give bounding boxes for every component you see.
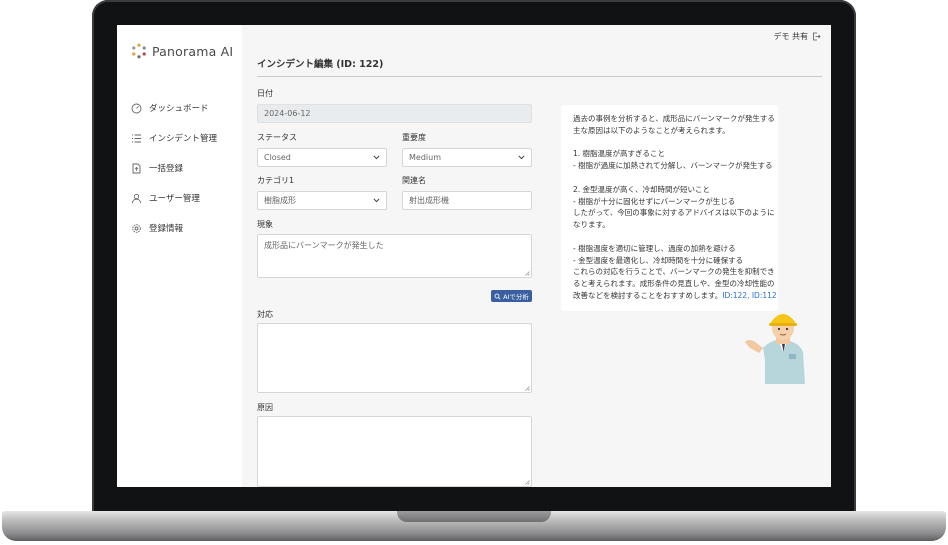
sidebar-item-incidents[interactable]: インシデント管理 — [131, 123, 217, 153]
status-select[interactable]: Closed — [257, 148, 387, 167]
severity-select[interactable]: Medium — [402, 148, 532, 167]
ai-advice-line: 1. 樹脂温度が高すぎること — [573, 149, 666, 159]
response-label: 対応 — [257, 310, 273, 319]
resize-handle-icon[interactable] — [524, 479, 530, 485]
phenomenon-textarea[interactable]: 成形品にバーンマークが発生した — [257, 234, 532, 278]
ai-advice-line: 過去の事例を分析すると、成形品にバーンマークが発生する — [573, 114, 775, 123]
cause-textarea[interactable] — [257, 416, 532, 487]
chevron-down-icon — [373, 198, 380, 203]
sidebar-item-label: ダッシュボード — [149, 104, 209, 114]
gear-icon — [131, 223, 142, 234]
ai-advice-line: 主な原因は以下のようなことが考えられます。 — [573, 125, 730, 135]
related-value: 射出成形機 — [409, 196, 449, 205]
chevron-down-icon — [518, 155, 525, 160]
ai-advice-line: なります。 — [573, 220, 610, 230]
search-icon — [494, 293, 501, 300]
sidebar: Panorama AI ダッシュボード インシデント管理 一括登録 ユーザー管理… — [117, 25, 242, 487]
user-name: デモ 共有 — [773, 32, 808, 41]
sidebar-item-label: インシデント管理 — [149, 134, 218, 144]
ai-advice-line — [573, 137, 768, 149]
ai-advice-last-line: 改善などを検討することをおすすめします。 — [573, 290, 723, 300]
logout-icon[interactable] — [812, 32, 821, 41]
phenomenon-label: 現象 — [257, 220, 273, 229]
category-label: カテゴリ1 — [257, 176, 295, 185]
severity-value: Medium — [409, 153, 441, 162]
ai-advice-line: したがって、今回の事象に対するアドバイスは以下のように — [573, 208, 775, 218]
app-screen: Panorama AI ダッシュボード インシデント管理 一括登録 ユーザー管理… — [117, 25, 831, 487]
severity-label: 重要度 — [402, 133, 426, 142]
list-icon — [131, 133, 142, 144]
ai-advice-line — [573, 172, 768, 184]
date-value: 2024-06-12 — [264, 109, 311, 118]
chevron-down-icon — [373, 155, 380, 160]
sidebar-nav: ダッシュボード インシデント管理 一括登録 ユーザー管理 登録情報 — [131, 93, 217, 243]
worker-assistant-illustration — [745, 304, 805, 384]
related-incident-links[interactable]: ID:122, ID:112 — [722, 291, 776, 300]
laptop-notch — [397, 511, 551, 522]
sidebar-item-label: 登録情報 — [149, 224, 184, 234]
category-value: 樹脂成形 — [264, 196, 296, 205]
status-label: ステータス — [257, 133, 297, 142]
ai-analyze-label: AIで分析 — [503, 293, 529, 301]
user-menu[interactable]: デモ 共有 — [773, 31, 821, 42]
status-value: Closed — [264, 153, 291, 162]
ai-advice-line: - 樹脂温度を適切に管理し、過度の加熱を避ける — [573, 243, 736, 253]
ai-advice-text: 過去の事例を分析すると、成形品にバーンマークが発生する 主な原因は以下のようなこと… — [573, 113, 775, 290]
title-divider — [257, 76, 822, 77]
logo-text: Panorama AI — [152, 43, 234, 59]
resize-handle-icon[interactable] — [524, 385, 530, 391]
ai-advice-line: ると考えられます。成形条件の見直しや、金型の冷却性能の — [573, 279, 775, 289]
sidebar-item-bulk-register[interactable]: 一括登録 — [131, 153, 217, 183]
date-field: 2024-06-12 — [257, 104, 532, 123]
sidebar-item-dashboard[interactable]: ダッシュボード — [131, 93, 217, 123]
phenomenon-value: 成形品にバーンマークが発生した — [264, 241, 384, 250]
resize-handle-icon[interactable] — [524, 270, 530, 276]
date-label: 日付 — [257, 89, 273, 98]
ai-advice-line: 改善などを検討することをおすすめします。ID:122, ID:112 — [573, 290, 777, 302]
cause-label: 原因 — [257, 403, 273, 412]
category-select[interactable]: 樹脂成形 — [257, 191, 387, 210]
ai-advice-line: - 樹脂が過度に加熱されて分解し、バーンマークが発生する — [573, 161, 773, 171]
page-title: インシデント編集 (ID: 122) — [257, 59, 384, 70]
related-input[interactable]: 射出成形機 — [402, 191, 532, 210]
sidebar-item-users[interactable]: ユーザー管理 — [131, 183, 217, 213]
app-logo[interactable]: Panorama AI — [131, 43, 233, 59]
response-textarea[interactable] — [257, 323, 532, 393]
ai-advice-line: これらの対応を行うことで、バーンマークの発生を抑制でき — [573, 267, 775, 277]
ai-advice-line: - 金型温度を最適化し、冷却時間を十分に確保する — [573, 255, 744, 265]
sidebar-item-label: ユーザー管理 — [149, 194, 200, 204]
ai-advice-line — [573, 231, 768, 243]
ai-advice-line: 2. 金型温度が高く、冷却時間が短いこと — [573, 184, 711, 194]
gauge-icon — [131, 103, 142, 114]
related-label: 関連名 — [402, 176, 426, 185]
ai-advice-line: - 樹脂が十分に固化せずにバーンマークが生じる — [573, 196, 736, 206]
sidebar-item-registration-info[interactable]: 登録情報 — [131, 213, 217, 243]
ai-advice-bubble: 過去の事例を分析すると、成形品にバーンマークが発生する 主な原因は以下のようなこと… — [561, 105, 778, 311]
file-upload-icon — [131, 163, 142, 174]
user-icon — [131, 193, 142, 204]
ai-analyze-button[interactable]: AIで分析 — [491, 290, 532, 302]
panorama-logo-icon — [132, 43, 146, 59]
sidebar-item-label: 一括登録 — [149, 164, 184, 174]
